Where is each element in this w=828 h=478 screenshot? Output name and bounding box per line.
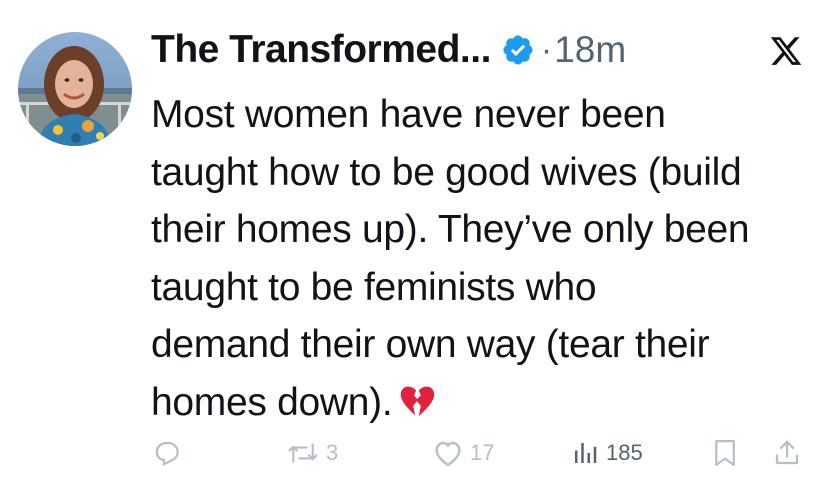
author-name[interactable]: The Transformed... bbox=[151, 28, 491, 72]
tweet-text-line: demand their own way (tear their bbox=[151, 323, 710, 366]
like-count: 17 bbox=[470, 440, 495, 465]
tweet-text-last-line: homes down). bbox=[151, 374, 821, 432]
heart-icon bbox=[432, 438, 464, 468]
tweet-header: The Transformed... · 18m bbox=[151, 26, 626, 74]
tweet-text-line: Most women have never been bbox=[151, 93, 666, 136]
tweet-text-line: their homes up). They’ve only been bbox=[151, 208, 750, 251]
repost-button[interactable]: 3 bbox=[286, 438, 338, 468]
author-avatar[interactable] bbox=[18, 32, 132, 146]
share-icon bbox=[772, 438, 802, 468]
reply-button[interactable] bbox=[152, 438, 188, 468]
bookmark-icon bbox=[712, 438, 738, 468]
tweet-text: Most women have never been taught how to… bbox=[151, 86, 821, 431]
like-button[interactable]: 17 bbox=[432, 438, 494, 468]
action-bar: 3 17 185 bbox=[0, 438, 828, 478]
reply-icon bbox=[152, 438, 182, 468]
tweet-text-line: homes down). bbox=[151, 380, 393, 424]
views-count: 185 bbox=[606, 440, 643, 465]
share-button[interactable] bbox=[772, 438, 802, 468]
verified-badge-icon bbox=[501, 33, 535, 67]
views-button[interactable]: 185 bbox=[570, 438, 643, 468]
repost-icon bbox=[286, 438, 320, 468]
header-separator: · bbox=[540, 30, 553, 69]
bookmark-button[interactable] bbox=[712, 438, 738, 468]
avatar-photo bbox=[18, 32, 132, 146]
tweet-timestamp[interactable]: 18m bbox=[554, 29, 626, 71]
tweet-text-line: taught how to be good wives (build bbox=[151, 150, 742, 194]
tweet-text-line: taught to be feminists who bbox=[151, 265, 597, 309]
repost-count: 3 bbox=[326, 440, 339, 465]
x-logo-icon[interactable] bbox=[768, 34, 804, 68]
views-icon bbox=[570, 438, 600, 468]
tweet-card: The Transformed... · 18m Most women have… bbox=[0, 0, 828, 477]
broken-heart-icon bbox=[398, 380, 436, 418]
